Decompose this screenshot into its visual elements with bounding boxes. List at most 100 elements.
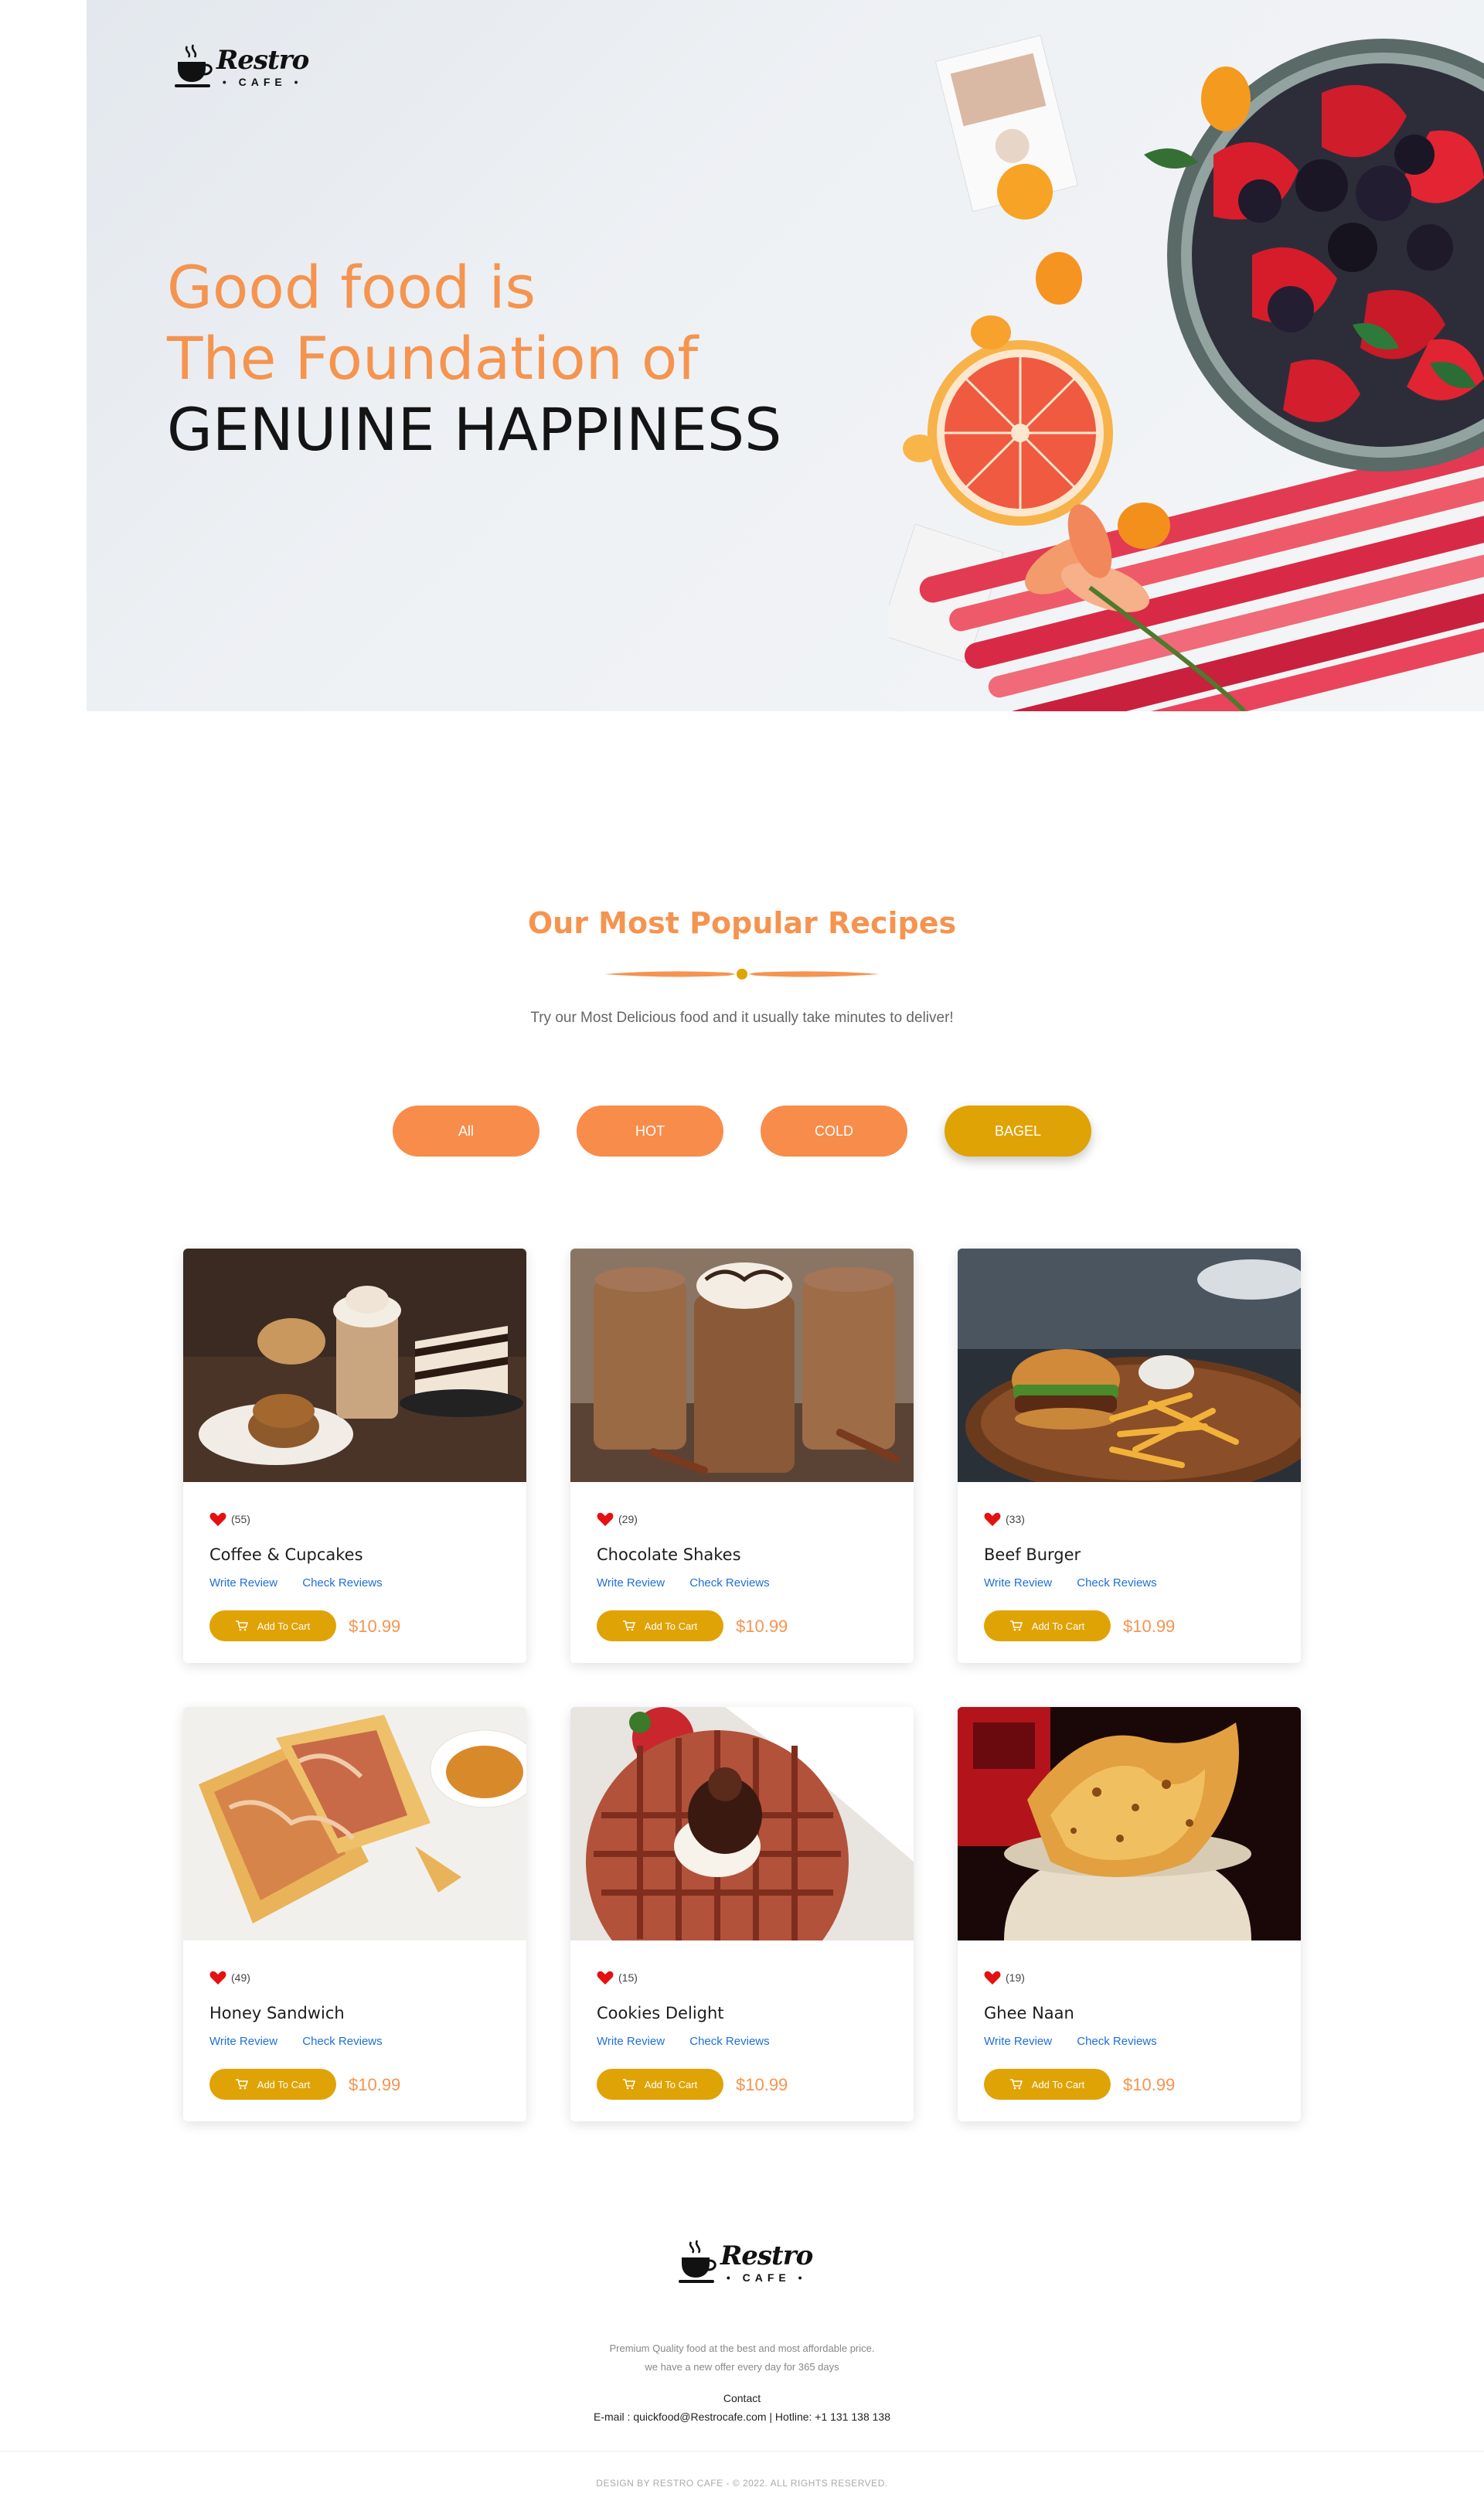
add-to-cart-label: Add To Cart	[644, 2078, 698, 2090]
rating: (15)	[597, 1970, 638, 1985]
review-links: Write Review Check Reviews	[209, 1576, 404, 1590]
hero-banner: Restro • CAFE • Good food is The Foundat…	[87, 0, 1484, 711]
recipe-card: (33) Beef Burger Write Review Check Revi…	[958, 1249, 1301, 1663]
section-title: Our Most Popular Recipes	[527, 906, 957, 940]
section-subtitle: Try our Most Delicious food and it usual…	[530, 1010, 954, 1026]
cart-icon	[622, 2079, 635, 2090]
brand-logo[interactable]: Restro • CAFE •	[173, 43, 309, 90]
add-to-cart-button[interactable]: Add To Cart	[209, 2069, 336, 2100]
recipe-image-cookies-delight[interactable]	[570, 1707, 914, 1940]
recipe-name: Chocolate Shakes	[597, 1545, 741, 1564]
write-review-link[interactable]: Write Review	[209, 1576, 277, 1590]
rating-count: (15)	[618, 1971, 638, 1984]
add-to-cart-label: Add To Cart	[257, 1620, 311, 1632]
recipe-card: (19) Ghee Naan Write Review Check Review…	[958, 1707, 1301, 2121]
cart-icon	[235, 2079, 248, 2090]
footer-contact-heading: Contact	[723, 2392, 761, 2404]
recipe-price: $10.99	[736, 2075, 788, 2094]
footer-divider	[0, 2451, 1484, 2452]
filter-cold-button[interactable]: COLD	[761, 1106, 907, 1157]
check-reviews-link[interactable]: Check Reviews	[689, 1576, 769, 1590]
recipe-price: $10.99	[736, 1617, 788, 1636]
hero-line-2: The Foundation of	[167, 324, 699, 393]
hero-line-3: GENUINE HAPPINESS	[167, 395, 782, 464]
review-links: Write Review Check Reviews	[597, 2035, 791, 2048]
write-review-link[interactable]: Write Review	[597, 2035, 665, 2048]
add-to-cart-button[interactable]: Add To Cart	[597, 2069, 723, 2100]
filter-all-button[interactable]: All	[393, 1106, 539, 1157]
heart-icon[interactable]	[597, 1970, 614, 1985]
recipe-price: $10.99	[1123, 1617, 1176, 1636]
footer-contact-details[interactable]: E-mail : quickfood@Restrocafe.com | Hotl…	[0, 2411, 1484, 2423]
add-to-cart-label: Add To Cart	[1031, 1620, 1085, 1632]
rating-count: (29)	[618, 1513, 638, 1525]
write-review-link[interactable]: Write Review	[209, 2035, 277, 2048]
recipe-image-chocolate-shakes[interactable]	[570, 1249, 914, 1482]
rating-count: (55)	[231, 1513, 250, 1525]
recipe-card: (29) Chocolate Shakes Write Review Check…	[570, 1249, 914, 1663]
title-divider	[604, 969, 880, 980]
rating: (49)	[209, 1970, 250, 1985]
cart-icon	[1009, 1620, 1023, 1631]
rating: (33)	[984, 1511, 1025, 1527]
filter-bagel-button[interactable]: BAGEL	[945, 1106, 1091, 1157]
filter-hot-button[interactable]: HOT	[577, 1106, 723, 1157]
heart-icon[interactable]	[209, 1970, 226, 1985]
rating-count: (33)	[1006, 1513, 1025, 1525]
copyright-text: DESIGN BY RESTRO CAFE - © 2022. ALL RIGH…	[596, 2478, 888, 2489]
footer-tagline-2: we have a new offer every day for 365 da…	[645, 2361, 839, 2373]
add-to-cart-button[interactable]: Add To Cart	[984, 1610, 1111, 1641]
add-to-cart-button[interactable]: Add To Cart	[209, 1610, 336, 1641]
coffee-cup-icon	[679, 2240, 716, 2283]
add-to-cart-button[interactable]: Add To Cart	[984, 2069, 1111, 2100]
add-to-cart-button[interactable]: Add To Cart	[597, 1610, 723, 1641]
recipe-image-beef-burger[interactable]	[958, 1249, 1301, 1482]
footer-tagline-1: Premium Quality food at the best and mos…	[609, 2343, 875, 2354]
rating: (29)	[597, 1511, 638, 1527]
check-reviews-link[interactable]: Check Reviews	[1077, 2035, 1156, 2048]
hero-line-1: Good food is	[167, 253, 536, 322]
recipe-price: $10.99	[349, 1617, 401, 1636]
review-links: Write Review Check Reviews	[209, 2035, 404, 2048]
hero-fruit-image	[889, 35, 1484, 711]
recipe-name: Cookies Delight	[597, 2004, 724, 2022]
write-review-link[interactable]: Write Review	[597, 1576, 665, 1590]
recipe-price: $10.99	[1123, 2075, 1176, 2094]
footer-brand-subtitle: • CAFE •	[726, 2271, 807, 2284]
recipe-card: (15) Cookies Delight Write Review Check …	[570, 1707, 914, 2121]
rating: (55)	[209, 1511, 250, 1527]
rating-count: (19)	[1006, 1971, 1025, 1984]
cart-icon	[1009, 2079, 1023, 2090]
recipe-image-ghee-naan[interactable]	[958, 1707, 1301, 1940]
recipe-price: $10.99	[349, 2075, 401, 2094]
recipe-card: (49) Honey Sandwich Write Review Check R…	[183, 1707, 526, 2121]
heart-icon[interactable]	[597, 1511, 614, 1527]
check-reviews-link[interactable]: Check Reviews	[689, 2035, 769, 2048]
cart-icon	[235, 1620, 248, 1631]
write-review-link[interactable]: Write Review	[984, 1576, 1052, 1590]
category-filters: All HOT COLD BAGEL	[0, 1106, 1484, 1157]
recipe-name: Coffee & Cupcakes	[209, 1545, 363, 1564]
add-to-cart-label: Add To Cart	[644, 1620, 698, 1632]
recipe-name: Beef Burger	[984, 1545, 1081, 1564]
brand-subtitle: • CAFE •	[222, 76, 303, 88]
check-reviews-link[interactable]: Check Reviews	[1077, 1576, 1156, 1590]
review-links: Write Review Check Reviews	[597, 1576, 791, 1590]
rating: (19)	[984, 1970, 1025, 1985]
recipe-image-coffee-cupcakes[interactable]	[183, 1249, 526, 1482]
recipe-image-honey-sandwich[interactable]	[183, 1707, 526, 1940]
add-to-cart-label: Add To Cart	[257, 2078, 311, 2090]
check-reviews-link[interactable]: Check Reviews	[302, 1576, 382, 1590]
heart-icon[interactable]	[984, 1970, 1001, 1985]
recipe-card: (55) Coffee & Cupcakes Write Review Chec…	[183, 1249, 526, 1663]
write-review-link[interactable]: Write Review	[984, 2035, 1052, 2048]
heart-icon[interactable]	[984, 1511, 1001, 1527]
check-reviews-link[interactable]: Check Reviews	[302, 2035, 382, 2048]
review-links: Write Review Check Reviews	[984, 1576, 1179, 1590]
heart-icon[interactable]	[209, 1511, 226, 1527]
recipe-name: Ghee Naan	[984, 2004, 1074, 2022]
hero-headline: Good food is The Foundation of GENUINE H…	[167, 252, 781, 465]
footer-brand-name: Restro	[720, 2240, 813, 2271]
footer-brand-logo[interactable]: Restro • CAFE •	[677, 2239, 813, 2285]
rating-count: (49)	[231, 1971, 250, 1984]
